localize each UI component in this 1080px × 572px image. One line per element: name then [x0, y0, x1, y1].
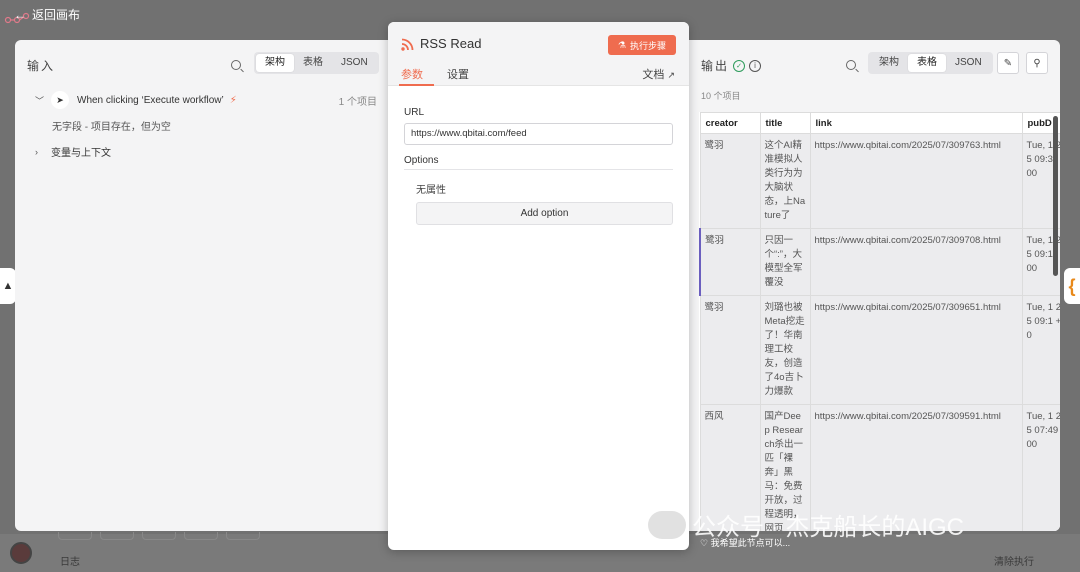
cell-creator: 鹭羽	[699, 133, 761, 229]
column-header-title[interactable]: title	[759, 112, 811, 134]
tab-schema[interactable]: 架构	[256, 54, 294, 72]
table-row[interactable]: 鹭羽 刘璐也被Meta挖走了！华南理工校友，创造了4o吉卜力爆款 https:/…	[699, 295, 1060, 405]
trigger-node-name: When clicking ‘Execute workflow’	[77, 94, 224, 106]
cursor-icon: ➤	[51, 91, 69, 109]
modal-header: RSS Read ⚗ 执行步骤 参数 设置 文档 ↗	[388, 22, 689, 86]
execute-step-label: 执行步骤	[629, 40, 666, 51]
cell-link: https://www.qbitai.com/2025/07/309763.ht…	[809, 133, 1023, 229]
lightning-icon: ⚡	[229, 94, 237, 106]
canvas-tool-button[interactable]	[100, 532, 134, 540]
input-view-switcher: 架构 表格 JSON	[254, 52, 379, 74]
back-to-canvas-label: 返回画布	[32, 8, 81, 22]
cell-title: 只因一个“:”，大模型全军覆没	[759, 228, 811, 296]
empty-fields-note: 无字段 - 项目存在，但为空	[52, 122, 171, 133]
table-row[interactable]: 鹭羽 只因一个“:”，大模型全军覆没 https://www.qbitai.co…	[699, 228, 1060, 296]
cell-title: 刘璐也被Meta挖走了！华南理工校友，创造了4o吉卜力爆款	[759, 295, 811, 405]
options-divider	[404, 169, 673, 170]
info-icon[interactable]: i	[749, 59, 762, 72]
execute-step-button[interactable]: ⚗ 执行步骤	[607, 35, 676, 55]
feedback-link[interactable]: ♡ 我希望此节点可以...	[700, 536, 790, 549]
log-label[interactable]: 日志	[60, 553, 80, 568]
variables-context-row[interactable]: › 变量与上下文	[35, 144, 111, 160]
success-check-icon: ✓	[733, 59, 746, 72]
active-tab-indicator	[399, 84, 434, 86]
table-row[interactable]: 鹭羽 这个AI精准模拟人类行为为大脑状态，上Nature了 https://ww…	[699, 133, 1060, 229]
flask-icon: ⚗	[617, 39, 626, 50]
output-items-count: 10 个项目	[701, 91, 741, 101]
docs-link[interactable]: 文档 ↗	[642, 66, 675, 82]
url-input[interactable]: https://www.qbitai.com/feed	[404, 123, 673, 145]
pin-icon: ⚲	[1033, 57, 1041, 69]
output-table: creator title link pubD 鹭羽 这个AI精准模拟人类行为为…	[699, 112, 1060, 531]
cell-creator: 鹭羽	[699, 295, 761, 405]
node-settings-modal: RSS Read ⚗ 执行步骤 参数 设置 文档 ↗ URL https://w…	[388, 22, 689, 550]
canvas-tool-button[interactable]	[58, 532, 92, 540]
tab-schema[interactable]: 架构	[870, 54, 908, 72]
options-label: Options	[404, 155, 439, 166]
canvas-tool-button[interactable]	[226, 532, 260, 540]
cell-link: https://www.qbitai.com/2025/07/309651.ht…	[809, 295, 1023, 405]
rss-icon	[401, 38, 414, 51]
tab-table[interactable]: 表格	[294, 54, 332, 72]
search-icon[interactable]	[231, 60, 241, 70]
chevron-up-icon: ▲	[2, 280, 14, 292]
output-panel: 输出 ✓ i 架构 表格 JSON ✎ ⚲ 10 个项目 creator tit…	[689, 40, 1060, 531]
cell-title: 这个AI精准模拟人类行为为大脑状态，上Nature了	[759, 133, 811, 229]
trigger-node-row[interactable]: ﹀ ➤ When clicking ‘Execute workflow’ ⚡ 1…	[35, 91, 383, 109]
cell-pubdate: Tue, 1 2025 07:49 +000	[1021, 404, 1060, 531]
add-option-button[interactable]: Add option	[416, 202, 673, 225]
input-panel: 输入 架构 表格 JSON ﹀ ➤ When clicking ‘Execute…	[15, 40, 395, 531]
cell-link: https://www.qbitai.com/2025/07/309708.ht…	[809, 228, 1023, 296]
tab-table[interactable]: 表格	[908, 54, 946, 72]
wechat-icon	[648, 510, 686, 539]
chevron-down-icon[interactable]: ﹀	[35, 94, 51, 107]
output-panel-title: 输出	[701, 59, 730, 73]
back-to-canvas-link[interactable]: ← 返回画布	[14, 6, 80, 23]
table-scrollbar[interactable]	[1053, 116, 1058, 276]
cell-creator: 鹭羽	[699, 228, 761, 296]
output-view-switcher: 架构 表格 JSON	[868, 52, 993, 74]
pencil-icon: ✎	[1003, 57, 1013, 69]
expand-left-tab[interactable]: ▲	[0, 268, 16, 304]
docs-label: 文档	[642, 69, 665, 81]
tab-settings[interactable]: 设置	[447, 66, 469, 82]
lightbulb-icon: ♡	[700, 538, 709, 548]
no-properties-note: 无属性	[416, 185, 446, 196]
canvas-tool-button[interactable]	[142, 532, 176, 540]
watermark: 公众号 · 杰克船长的AIGC	[648, 507, 964, 542]
input-panel-title: 输入	[27, 59, 56, 73]
external-link-icon: ↗	[667, 70, 675, 80]
cell-pubdate: Tue, 1 2025 09:1 +000	[1021, 295, 1060, 405]
pin-output-button[interactable]: ⚲	[1026, 52, 1048, 74]
brace-icon: {	[1068, 275, 1076, 296]
column-header-creator[interactable]: creator	[699, 112, 761, 134]
user-avatar[interactable]	[10, 542, 32, 564]
arrow-left-icon: ←	[14, 7, 26, 22]
column-header-link[interactable]: link	[809, 112, 1023, 134]
chevron-right-icon: ›	[35, 146, 38, 157]
tab-json[interactable]: JSON	[946, 54, 991, 72]
feedback-text: 我希望此节点可以...	[710, 538, 791, 548]
output-panel-header: 输出 ✓ i	[701, 57, 762, 74]
variables-context-label: 变量与上下文	[51, 148, 111, 159]
edit-output-button[interactable]: ✎	[997, 52, 1019, 74]
search-icon[interactable]	[846, 60, 856, 70]
node-title[interactable]: RSS Read	[420, 36, 481, 51]
trigger-item-count: 1 个项目	[338, 96, 377, 108]
canvas-tool-button[interactable]	[184, 532, 218, 540]
tab-json[interactable]: JSON	[332, 54, 377, 72]
url-label: URL	[404, 107, 425, 118]
expand-right-tab[interactable]: {	[1064, 268, 1080, 304]
tab-parameters[interactable]: 参数	[401, 66, 423, 82]
clear-execution-button[interactable]: 清除执行	[994, 553, 1034, 568]
